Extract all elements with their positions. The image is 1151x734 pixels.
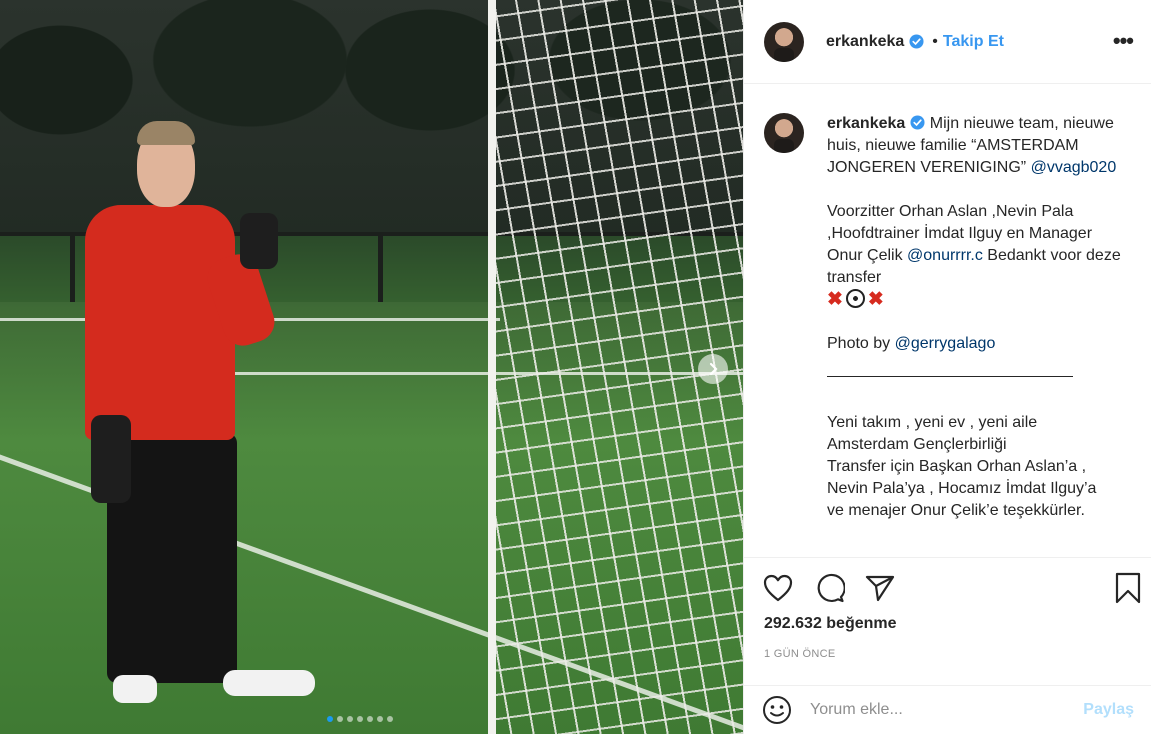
like-button[interactable]: [762, 572, 794, 604]
separator-dot: •: [932, 32, 938, 50]
comment-input[interactable]: [810, 701, 1084, 719]
goalkeeper-figure: [75, 115, 325, 725]
username-link[interactable]: erkankeka: [826, 33, 904, 51]
caption-line: ve menajer Onur Çelik’e teşekkürler.: [827, 502, 1085, 520]
mention-link[interactable]: @vvagb020: [1031, 159, 1117, 176]
paper-plane-icon: [865, 575, 895, 602]
post-photo[interactable]: [0, 0, 743, 734]
carousel-dot: [357, 716, 363, 722]
player-shoe: [223, 670, 315, 696]
goal-post: [488, 0, 496, 734]
heart-icon: [763, 574, 793, 602]
follow-button[interactable]: Takip Et: [943, 33, 1004, 51]
caption-line: Photo by: [827, 335, 895, 353]
soccer-ball-icon: [845, 289, 865, 308]
carousel-indicator: [327, 716, 393, 722]
more-options-button[interactable]: •••: [1113, 28, 1134, 54]
next-photo-button[interactable]: [698, 354, 728, 384]
post-timestamp[interactable]: 1 GÜN ÖNCE: [764, 648, 835, 660]
player-shirt: [85, 205, 235, 440]
avatar[interactable]: [764, 113, 804, 153]
post-sidebar: erkankeka • Takip Et ••• erkankeka Mijn …: [743, 0, 1151, 734]
caption-comment: erkankeka Mijn nieuwe team, nieuwe huis,…: [764, 113, 1132, 522]
carousel-dot: [337, 716, 343, 722]
player-glove: [240, 213, 278, 269]
caption-username[interactable]: erkankeka: [827, 115, 905, 132]
caption-line: Nevin Pala’ya , Hocamız İmdat Ilguy’a: [827, 480, 1097, 498]
player-glove: [91, 415, 131, 503]
caption-line: Amsterdam Gençlerbirliği: [827, 436, 1007, 454]
caption-line: Yeni takım , yeni ev , yeni aile: [827, 414, 1038, 432]
carousel-dot: [327, 716, 333, 722]
verified-badge-icon: [910, 115, 925, 130]
avatar[interactable]: [764, 21, 804, 62]
mention-link[interactable]: @gerrygalago: [895, 335, 996, 352]
post-header: erkankeka • Takip Et •••: [744, 0, 1151, 84]
bookmark-icon: [1115, 572, 1141, 604]
post-comment-button[interactable]: Paylaş: [1083, 701, 1134, 719]
player-hair: [137, 121, 195, 145]
action-bar: 292.632 beğenme 1 GÜN ÖNCE: [744, 557, 1151, 685]
caption-line: Transfer için Başkan Orhan Aslan’a ,: [827, 458, 1087, 476]
comment-bar: Paylaş: [744, 685, 1151, 734]
caption-scroll-area[interactable]: erkankeka Mijn nieuwe team, nieuwe huis,…: [744, 85, 1151, 557]
comment-icon: [817, 573, 845, 603]
player-shoe: [113, 675, 157, 703]
share-button[interactable]: [864, 572, 896, 604]
save-button[interactable]: [1112, 572, 1144, 604]
comment-button[interactable]: [814, 572, 846, 604]
cross-mark-icon: ✖: [827, 289, 843, 310]
verified-badge-icon: [909, 34, 924, 49]
carousel-dot: [347, 716, 353, 722]
smiley-emoji-icon[interactable]: [762, 695, 792, 725]
like-count[interactable]: 292.632 beğenme: [764, 615, 897, 633]
emoji-row: ✖ ✖: [827, 289, 884, 311]
carousel-dot: [367, 716, 373, 722]
cross-mark-icon: ✖: [867, 289, 884, 310]
mention-link[interactable]: @onurrrr.c: [907, 247, 983, 264]
fence-post: [378, 232, 383, 302]
carousel-dot: [377, 716, 383, 722]
caption-text: erkankeka Mijn nieuwe team, nieuwe huis,…: [827, 113, 1127, 522]
carousel-dot: [387, 716, 393, 722]
chevron-right-icon: [709, 362, 718, 376]
